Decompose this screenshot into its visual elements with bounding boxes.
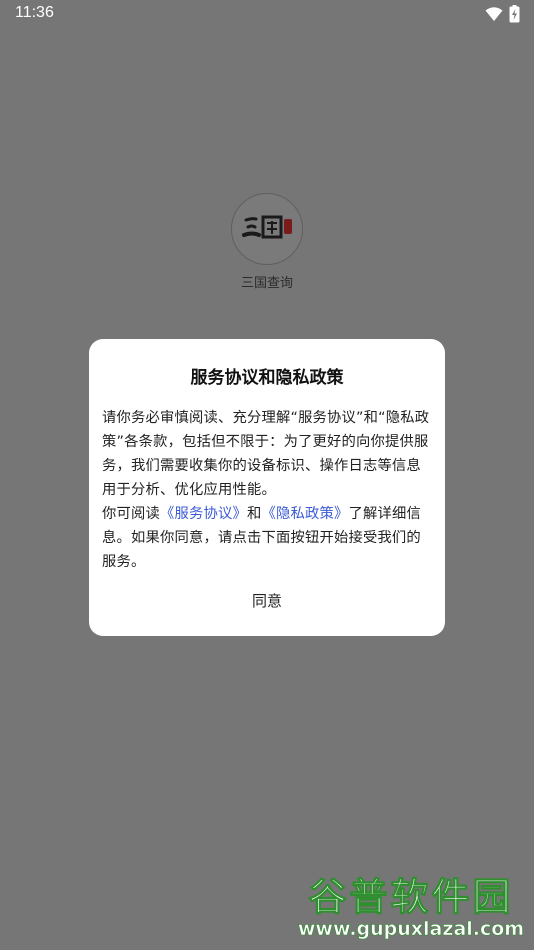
app-logo [231,193,303,265]
watermark: 谷普软件园 www.gupuxlazal.com [291,866,531,946]
status-time: 11:36 [15,4,54,21]
dialog-title: 服务协议和隐私政策 [190,368,344,388]
watermark-url: www.gupuxlazal.com [297,918,525,941]
dialog-paragraph-2: 你可阅读《服务协议》和《隐私政策》了解详细信息。如果你同意，请点击下面按钮开始接… [102,502,434,574]
battery-charging-icon [509,5,520,23]
app-name: 三国查询 [240,276,293,291]
service-agreement-link[interactable]: 《服务协议》 [160,506,247,522]
status-icons [485,5,520,23]
status-bar: 11:36 [0,0,534,28]
dialog-body: 请你务必审慎阅读、充分理解“服务协议”和“隐私政策”各条款，包括但不限于：为了更… [102,406,434,574]
privacy-policy-link[interactable]: 《隐私政策》 [261,506,348,522]
dialog-text-prefix: 你可阅读 [102,506,160,522]
watermark-title: 谷普软件园 [308,875,514,920]
privacy-dialog: 服务协议和隐私政策 请你务必审慎阅读、充分理解“服务协议”和“隐私政策”各条款，… [89,339,445,636]
wifi-icon [485,7,503,21]
agree-button[interactable]: 同意 [89,587,445,615]
dialog-text-and: 和 [246,506,262,522]
dialog-paragraph-1: 请你务必审慎阅读、充分理解“服务协议”和“隐私政策”各条款，包括但不限于：为了更… [102,410,430,498]
